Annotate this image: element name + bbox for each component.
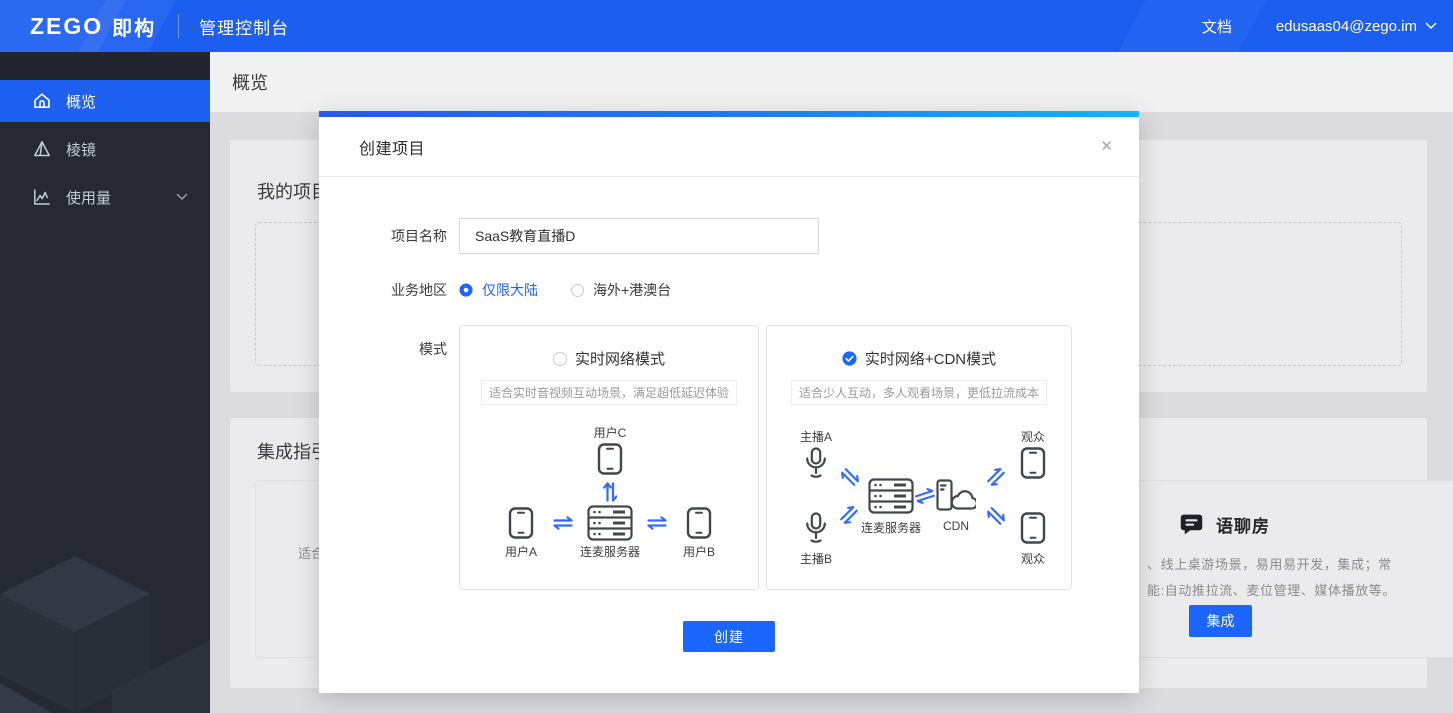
- create-project-modal: 创建项目 ✕ 项目名称 业务地区 仅限大陆: [319, 111, 1139, 693]
- double-arrow-diagonal-icon: [983, 464, 1008, 489]
- sidebar-item-label: 概览: [66, 93, 97, 111]
- double-arrow-horizontal-icon: [912, 486, 937, 506]
- diagram-label-host-b: 主播B: [800, 552, 833, 566]
- create-button[interactable]: 创建: [683, 621, 775, 652]
- console-title: 管理控制台: [199, 18, 290, 38]
- double-arrow-diagonal-icon: [837, 464, 862, 489]
- voice-room-desc-line1: 、线上桌游场景，易用易开发，集成；常: [1147, 557, 1392, 572]
- account-email: edusaas04@zego.im: [1275, 17, 1417, 35]
- phone-icon: [597, 443, 623, 475]
- integrate-button[interactable]: 集成: [1189, 605, 1252, 637]
- sidebar-item-usage[interactable]: 使用量: [0, 176, 210, 218]
- logo-cn-text: 即构: [112, 17, 157, 40]
- mode-desc: 适合少人互动，多人观看场景，更低拉流成本: [790, 380, 1047, 405]
- radio-mainland[interactable]: 仅限大陆: [459, 280, 538, 300]
- sidebar: 概览 棱镜 使用量: [0, 52, 210, 713]
- diagram-label-cdn: CDN: [943, 519, 969, 533]
- double-arrow-diagonal-icon: [983, 503, 1008, 528]
- server-icon: [587, 505, 633, 541]
- sidebar-cube-decoration: [0, 556, 210, 713]
- region-radio-group: 仅限大陆 海外+港澳台: [459, 280, 671, 300]
- diagram-label-user-a: 用户A: [504, 545, 538, 559]
- radio-unselected-icon: [571, 283, 584, 297]
- modal-body: 项目名称 业务地区 仅限大陆 海外+港澳台: [319, 177, 1139, 652]
- microphone-icon: [805, 512, 827, 544]
- usage-chart-icon: [32, 187, 52, 207]
- zego-logo[interactable]: ZEGO 即构: [30, 12, 156, 41]
- sidebar-item-label: 使用量: [66, 189, 112, 207]
- radio-unselected-icon: [552, 351, 567, 366]
- phone-icon: [1020, 512, 1046, 544]
- region-label: 业务地区: [391, 282, 447, 298]
- page-heading-strip: 概览: [210, 52, 1453, 112]
- home-icon: [32, 91, 52, 111]
- project-name-label: 项目名称: [391, 228, 447, 244]
- phone-icon: [508, 507, 534, 539]
- page-title: 概览: [232, 73, 268, 93]
- sidebar-item-label: 棱镜: [66, 141, 97, 159]
- diagram-label-user-b: 用户B: [682, 545, 716, 559]
- mode-label: 模式: [419, 341, 447, 357]
- topbar: ZEGO 即构 管理控制台 文档 edusaas04@zego.im: [0, 0, 1453, 52]
- chat-bubble-icon: [1179, 512, 1204, 537]
- logo-text: ZEGO: [30, 12, 104, 39]
- cdn-icon: [936, 479, 976, 511]
- server-icon: [868, 478, 914, 514]
- topbar-right: 文档 edusaas04@zego.im: [1202, 16, 1437, 37]
- close-icon[interactable]: ✕: [1100, 139, 1113, 154]
- double-arrow-vertical-icon: [603, 481, 617, 503]
- diagram-label-viewer-bottom: 观众: [1020, 552, 1046, 566]
- chevron-down-icon: [1425, 22, 1437, 30]
- sidebar-item-overview[interactable]: 概览: [0, 80, 210, 122]
- diagram-label-server: 连麦服务器: [579, 545, 641, 559]
- mode-desc: 适合实时音视频互动场景，满足超低延迟体验: [480, 380, 737, 405]
- diagram-label-host-a: 主播A: [800, 430, 833, 444]
- sidebar-item-prism[interactable]: 棱镜: [0, 128, 210, 170]
- project-name-input[interactable]: [459, 218, 819, 254]
- topbar-divider: [178, 14, 180, 38]
- docs-link[interactable]: 文档: [1202, 16, 1232, 37]
- mode-title-text: 实时网络模式: [574, 351, 665, 368]
- mode-card-realtime[interactable]: 实时网络模式 适合实时音视频互动场景，满足超低延迟体验 用户C 用户A 连麦服务…: [459, 325, 759, 590]
- voice-room-title: 语聊房: [1216, 517, 1270, 536]
- chevron-down-icon: [176, 193, 188, 201]
- modal-header: 创建项目 ✕: [319, 117, 1139, 177]
- double-arrow-horizontal-icon: [552, 516, 574, 530]
- radio-overseas[interactable]: 海外+港澳台: [571, 280, 671, 300]
- prism-icon: [32, 139, 52, 159]
- account-menu[interactable]: edusaas04@zego.im: [1276, 18, 1437, 35]
- double-arrow-horizontal-icon: [646, 516, 668, 530]
- sidebar-top-strip: [0, 52, 210, 80]
- diagram-label-viewer-top: 观众: [1020, 430, 1046, 444]
- mode-card-realtime-cdn[interactable]: 实时网络+CDN模式 适合少人互动，多人观看场景，更低拉流成本 主播A 观众 连…: [766, 325, 1072, 590]
- double-arrow-diagonal-icon: [836, 502, 861, 527]
- app-root: ZEGO 即构 管理控制台 文档 edusaas04@zego.im 概览 棱镜…: [0, 0, 1453, 713]
- radio-selected-icon: [459, 283, 473, 297]
- mode-cards: 实时网络模式 适合实时音视频互动场景，满足超低延迟体验 用户C 用户A 连麦服务…: [459, 325, 1072, 590]
- check-circle-icon: [842, 351, 857, 366]
- microphone-icon: [805, 447, 827, 479]
- modal-title: 创建项目: [359, 140, 426, 158]
- mode-title-text: 实时网络+CDN模式: [864, 351, 997, 368]
- phone-icon: [686, 507, 712, 539]
- diagram-label-user-c: 用户C: [593, 426, 627, 440]
- voice-room-desc-line2: 能:自动推拉流、麦位管理、媒体播放等。: [1147, 583, 1397, 598]
- phone-icon: [1020, 447, 1046, 479]
- diagram-label-server: 连麦服务器: [860, 521, 922, 535]
